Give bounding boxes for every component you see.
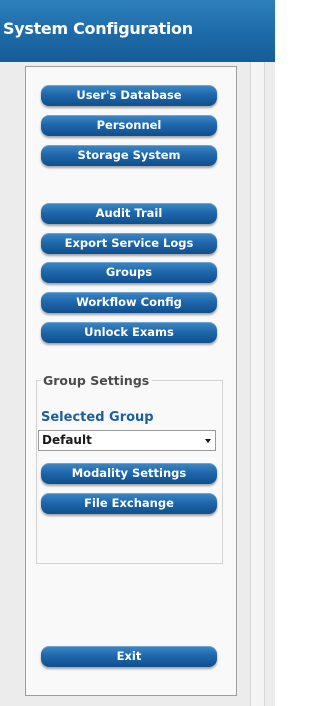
personnel-button[interactable]: Personnel (41, 115, 217, 136)
selected-group-dropdown[interactable]: Default (38, 430, 216, 451)
selected-group-value: Default (42, 433, 92, 447)
page-title: System Configuration (3, 19, 193, 38)
system-configuration-window: System Configuration User's Database Per… (0, 0, 275, 706)
workflow-config-button[interactable]: Workflow Config (41, 292, 217, 313)
audit-trail-button[interactable]: Audit Trail (41, 203, 217, 224)
group-settings-title: Group Settings (41, 373, 153, 388)
storage-system-button[interactable]: Storage System (41, 145, 217, 166)
unlock-exams-button[interactable]: Unlock Exams (41, 322, 217, 343)
export-service-logs-button[interactable]: Export Service Logs (41, 233, 217, 254)
side-scroll-track (250, 62, 265, 706)
exit-button[interactable]: Exit (41, 646, 217, 667)
groups-button[interactable]: Groups (41, 262, 217, 283)
modality-settings-button[interactable]: Modality Settings (41, 463, 217, 484)
file-exchange-button[interactable]: File Exchange (41, 493, 217, 514)
users-database-button[interactable]: User's Database (41, 85, 217, 106)
title-bar: System Configuration (0, 0, 275, 62)
chevron-down-icon (205, 439, 211, 443)
selected-group-label: Selected Group (41, 410, 154, 425)
